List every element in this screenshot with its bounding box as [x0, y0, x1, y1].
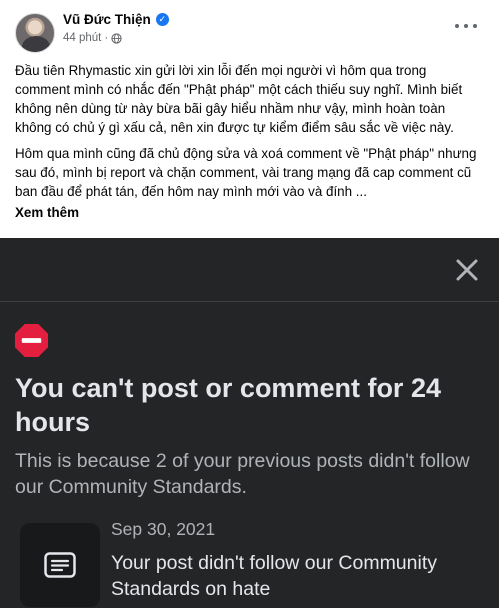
- author-row: Vũ Đức Thiện ✓: [63, 12, 169, 27]
- document-icon: [44, 552, 76, 578]
- dialog-subtitle: This is because 2 of your previous posts…: [15, 450, 470, 498]
- violation-thumbnail: [20, 523, 100, 607]
- dialog-divider: [0, 301, 499, 302]
- post-body: Đầu tiên Rhymastic xin gửi lời xin lỗi đ…: [15, 61, 480, 222]
- post-paragraph-2: Hôm qua mình cũng đã chủ động sửa và xoá…: [15, 146, 477, 199]
- restriction-dialog: You can't post or comment for 24 hours T…: [0, 238, 499, 608]
- facebook-post: Vũ Đức Thiện ✓ 44 phút · Đầu tiên Rhymas…: [0, 0, 499, 238]
- more-horizontal-icon[interactable]: [455, 19, 477, 33]
- close-icon[interactable]: [455, 258, 479, 282]
- violation-description: Your post didn't follow our Community St…: [111, 552, 437, 600]
- author-name[interactable]: Vũ Đức Thiện: [63, 12, 151, 27]
- stop-sign-icon: [14, 323, 49, 358]
- dialog-title: You can't post or comment for 24 hours: [15, 373, 441, 437]
- author-avatar[interactable]: [15, 13, 55, 53]
- verified-badge-icon: ✓: [155, 13, 169, 26]
- violation-item[interactable]: Sep 30, 2021 Your post didn't follow our…: [20, 519, 490, 608]
- post-meta: 44 phút ·: [63, 32, 122, 44]
- post-paragraph-1: Đầu tiên Rhymastic xin gửi lời xin lỗi đ…: [15, 63, 463, 135]
- violation-date: Sep 30, 2021: [111, 519, 216, 539]
- globe-icon[interactable]: [111, 32, 122, 44]
- see-more-link[interactable]: Xem thêm: [15, 205, 79, 220]
- post-timestamp[interactable]: 44 phút: [63, 32, 101, 44]
- meta-separator: ·: [104, 32, 109, 44]
